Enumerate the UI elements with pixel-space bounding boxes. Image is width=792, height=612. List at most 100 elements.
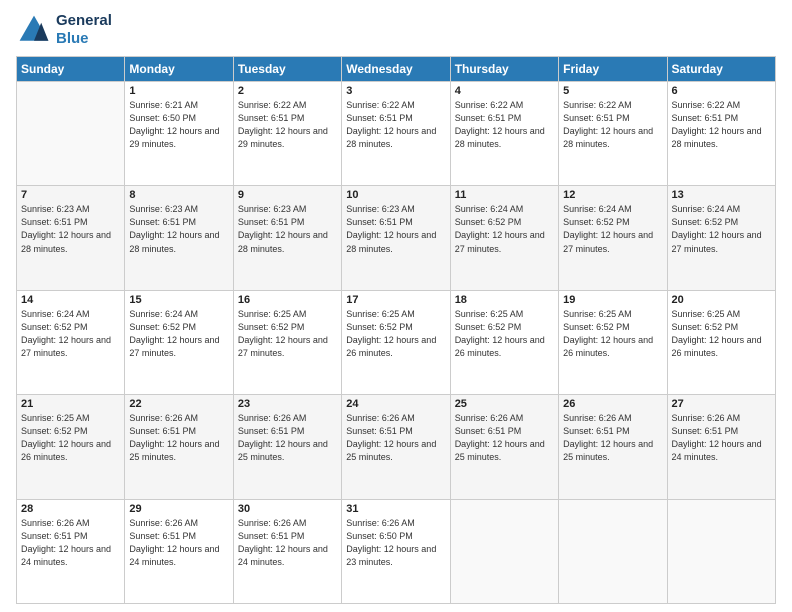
calendar-cell: 15 Sunrise: 6:24 AM Sunset: 6:52 PM Dayli…	[125, 290, 233, 394]
calendar-cell: 8 Sunrise: 6:23 AM Sunset: 6:51 PM Daylig…	[125, 186, 233, 290]
day-info: Sunrise: 6:26 AM Sunset: 6:51 PM Dayligh…	[238, 517, 337, 569]
calendar-cell: 31 Sunrise: 6:26 AM Sunset: 6:50 PM Dayli…	[342, 499, 450, 603]
day-info: Sunrise: 6:24 AM Sunset: 6:52 PM Dayligh…	[129, 308, 228, 360]
day-number: 22	[129, 398, 228, 410]
calendar-cell: 7 Sunrise: 6:23 AM Sunset: 6:51 PM Daylig…	[17, 186, 125, 290]
page: General Blue SundayMondayTuesdayWednesda…	[0, 0, 792, 612]
calendar-week-row: 1Sunrise: 6:21 AM Sunset: 6:50 PM Daylig…	[17, 82, 776, 186]
calendar-cell	[450, 499, 558, 603]
day-number: 6	[672, 85, 771, 97]
day-info: Sunrise: 6:22 AM Sunset: 6:51 PM Dayligh…	[455, 99, 554, 151]
calendar-week-row: 21 Sunrise: 6:25 AM Sunset: 6:52 PM Dayli…	[17, 395, 776, 499]
day-number: 1	[129, 85, 228, 97]
logo: General Blue	[16, 12, 112, 48]
day-info: Sunrise: 6:24 AM Sunset: 6:52 PM Dayligh…	[672, 203, 771, 255]
day-header-wednesday: Wednesday	[342, 57, 450, 82]
day-header-saturday: Saturday	[667, 57, 775, 82]
day-header-friday: Friday	[559, 57, 667, 82]
day-number: 13	[672, 189, 771, 201]
day-info: Sunrise: 6:26 AM Sunset: 6:51 PM Dayligh…	[672, 412, 771, 464]
day-info: Sunrise: 6:24 AM Sunset: 6:52 PM Dayligh…	[455, 203, 554, 255]
calendar-cell: 12Sunrise: 6:24 AM Sunset: 6:52 PM Dayli…	[559, 186, 667, 290]
day-number: 15	[129, 294, 228, 306]
calendar-cell: 4 Sunrise: 6:22 AM Sunset: 6:51 PM Daylig…	[450, 82, 558, 186]
day-number: 11	[455, 189, 554, 201]
day-info: Sunrise: 6:25 AM Sunset: 6:52 PM Dayligh…	[563, 308, 662, 360]
calendar-cell: 18 Sunrise: 6:25 AM Sunset: 6:52 PM Dayli…	[450, 290, 558, 394]
day-number: 10	[346, 189, 445, 201]
calendar-cell: 5Sunrise: 6:22 AM Sunset: 6:51 PM Daylig…	[559, 82, 667, 186]
day-number: 3	[346, 85, 445, 97]
calendar-cell: 27 Sunrise: 6:26 AM Sunset: 6:51 PM Dayli…	[667, 395, 775, 499]
day-number: 21	[21, 398, 120, 410]
day-info: Sunrise: 6:25 AM Sunset: 6:52 PM Dayligh…	[346, 308, 445, 360]
day-info: Sunrise: 6:26 AM Sunset: 6:51 PM Dayligh…	[238, 412, 337, 464]
day-info: Sunrise: 6:26 AM Sunset: 6:51 PM Dayligh…	[129, 412, 228, 464]
day-number: 27	[672, 398, 771, 410]
day-info: Sunrise: 6:26 AM Sunset: 6:51 PM Dayligh…	[21, 517, 120, 569]
day-header-thursday: Thursday	[450, 57, 558, 82]
calendar-cell	[559, 499, 667, 603]
day-info: Sunrise: 6:22 AM Sunset: 6:51 PM Dayligh…	[672, 99, 771, 151]
calendar-cell: 2 Sunrise: 6:22 AM Sunset: 6:51 PM Daylig…	[233, 82, 341, 186]
calendar-cell: 1Sunrise: 6:21 AM Sunset: 6:50 PM Daylig…	[125, 82, 233, 186]
day-info: Sunrise: 6:22 AM Sunset: 6:51 PM Dayligh…	[563, 99, 662, 151]
calendar-cell: 11 Sunrise: 6:24 AM Sunset: 6:52 PM Dayli…	[450, 186, 558, 290]
calendar-cell	[667, 499, 775, 603]
day-number: 7	[21, 189, 120, 201]
calendar-cell: 21 Sunrise: 6:25 AM Sunset: 6:52 PM Dayli…	[17, 395, 125, 499]
calendar-cell: 22 Sunrise: 6:26 AM Sunset: 6:51 PM Dayli…	[125, 395, 233, 499]
day-header-tuesday: Tuesday	[233, 57, 341, 82]
logo-text: General Blue	[56, 12, 112, 48]
calendar-cell: 19Sunrise: 6:25 AM Sunset: 6:52 PM Dayli…	[559, 290, 667, 394]
day-number: 31	[346, 503, 445, 515]
calendar-cell: 25 Sunrise: 6:26 AM Sunset: 6:51 PM Dayli…	[450, 395, 558, 499]
calendar-header-row: SundayMondayTuesdayWednesdayThursdayFrid…	[17, 57, 776, 82]
calendar-cell: 9 Sunrise: 6:23 AM Sunset: 6:51 PM Daylig…	[233, 186, 341, 290]
calendar-cell: 26 Sunrise: 6:26 AM Sunset: 6:51 PM Dayli…	[559, 395, 667, 499]
day-info: Sunrise: 6:25 AM Sunset: 6:52 PM Dayligh…	[238, 308, 337, 360]
day-number: 20	[672, 294, 771, 306]
day-number: 29	[129, 503, 228, 515]
day-number: 24	[346, 398, 445, 410]
day-info: Sunrise: 6:23 AM Sunset: 6:51 PM Dayligh…	[238, 203, 337, 255]
day-number: 9	[238, 189, 337, 201]
day-info: Sunrise: 6:22 AM Sunset: 6:51 PM Dayligh…	[238, 99, 337, 151]
day-number: 2	[238, 85, 337, 97]
calendar-cell: 23 Sunrise: 6:26 AM Sunset: 6:51 PM Dayli…	[233, 395, 341, 499]
calendar-cell: 16 Sunrise: 6:25 AM Sunset: 6:52 PM Dayli…	[233, 290, 341, 394]
calendar-cell: 30 Sunrise: 6:26 AM Sunset: 6:51 PM Dayli…	[233, 499, 341, 603]
calendar-cell: 24 Sunrise: 6:26 AM Sunset: 6:51 PM Dayli…	[342, 395, 450, 499]
day-info: Sunrise: 6:26 AM Sunset: 6:51 PM Dayligh…	[346, 412, 445, 464]
header: General Blue	[16, 12, 776, 48]
day-number: 8	[129, 189, 228, 201]
day-info: Sunrise: 6:24 AM Sunset: 6:52 PM Dayligh…	[21, 308, 120, 360]
day-number: 4	[455, 85, 554, 97]
day-number: 23	[238, 398, 337, 410]
day-number: 16	[238, 294, 337, 306]
calendar-week-row: 28Sunrise: 6:26 AM Sunset: 6:51 PM Dayli…	[17, 499, 776, 603]
calendar-cell: 17 Sunrise: 6:25 AM Sunset: 6:52 PM Dayli…	[342, 290, 450, 394]
day-info: Sunrise: 6:23 AM Sunset: 6:51 PM Dayligh…	[129, 203, 228, 255]
day-number: 18	[455, 294, 554, 306]
calendar-cell: 13 Sunrise: 6:24 AM Sunset: 6:52 PM Dayli…	[667, 186, 775, 290]
day-info: Sunrise: 6:26 AM Sunset: 6:51 PM Dayligh…	[563, 412, 662, 464]
logo-icon	[16, 12, 52, 48]
day-number: 17	[346, 294, 445, 306]
day-number: 30	[238, 503, 337, 515]
calendar-cell: 10Sunrise: 6:23 AM Sunset: 6:51 PM Dayli…	[342, 186, 450, 290]
calendar-cell: 3Sunrise: 6:22 AM Sunset: 6:51 PM Daylig…	[342, 82, 450, 186]
calendar-week-row: 7 Sunrise: 6:23 AM Sunset: 6:51 PM Daylig…	[17, 186, 776, 290]
day-number: 12	[563, 189, 662, 201]
calendar-cell: 6 Sunrise: 6:22 AM Sunset: 6:51 PM Daylig…	[667, 82, 775, 186]
calendar-cell: 28Sunrise: 6:26 AM Sunset: 6:51 PM Dayli…	[17, 499, 125, 603]
day-info: Sunrise: 6:26 AM Sunset: 6:51 PM Dayligh…	[455, 412, 554, 464]
day-number: 26	[563, 398, 662, 410]
day-header-monday: Monday	[125, 57, 233, 82]
day-info: Sunrise: 6:23 AM Sunset: 6:51 PM Dayligh…	[21, 203, 120, 255]
day-info: Sunrise: 6:25 AM Sunset: 6:52 PM Dayligh…	[21, 412, 120, 464]
day-number: 25	[455, 398, 554, 410]
day-info: Sunrise: 6:25 AM Sunset: 6:52 PM Dayligh…	[672, 308, 771, 360]
day-info: Sunrise: 6:26 AM Sunset: 6:50 PM Dayligh…	[346, 517, 445, 569]
day-info: Sunrise: 6:25 AM Sunset: 6:52 PM Dayligh…	[455, 308, 554, 360]
